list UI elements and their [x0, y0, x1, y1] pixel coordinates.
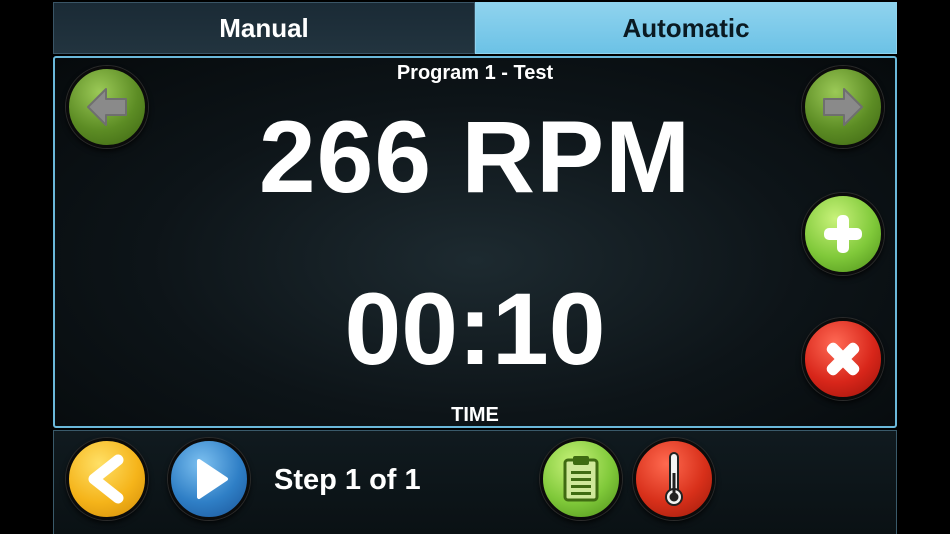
- time-label: TIME: [451, 404, 499, 426]
- temperature-button[interactable]: [633, 438, 715, 520]
- tab-manual[interactable]: Manual: [53, 2, 475, 54]
- clipboard-icon: [563, 456, 599, 502]
- add-step-button[interactable]: [802, 193, 884, 275]
- chevron-left-icon: [88, 454, 124, 504]
- step-indicator: Step 1 of 1: [274, 464, 421, 496]
- mode-tabs: Manual Automatic: [53, 2, 897, 54]
- plus-icon: [824, 215, 862, 253]
- program-name: Program 1 - Test: [396, 62, 554, 84]
- close-icon: [826, 342, 860, 376]
- rpm-readout: 266 RPM: [258, 100, 692, 214]
- previous-program-button[interactable]: [66, 66, 148, 148]
- app-window: Manual Automatic Program 1 - Test 266 RP…: [0, 0, 950, 534]
- play-button[interactable]: [168, 438, 250, 520]
- arrow-left-icon: [87, 88, 127, 126]
- back-button[interactable]: [66, 438, 148, 520]
- delete-step-button[interactable]: [802, 318, 884, 400]
- play-icon: [197, 459, 228, 499]
- tab-automatic[interactable]: Automatic: [475, 2, 897, 54]
- thermometer-icon: [665, 452, 683, 506]
- program-display-panel: Program 1 - Test 266 RPM 00:10 TIME: [53, 56, 897, 428]
- program-list-button[interactable]: [540, 438, 622, 520]
- arrow-right-icon: [823, 88, 863, 126]
- next-program-button[interactable]: [802, 66, 884, 148]
- time-readout: 00:10: [344, 272, 606, 386]
